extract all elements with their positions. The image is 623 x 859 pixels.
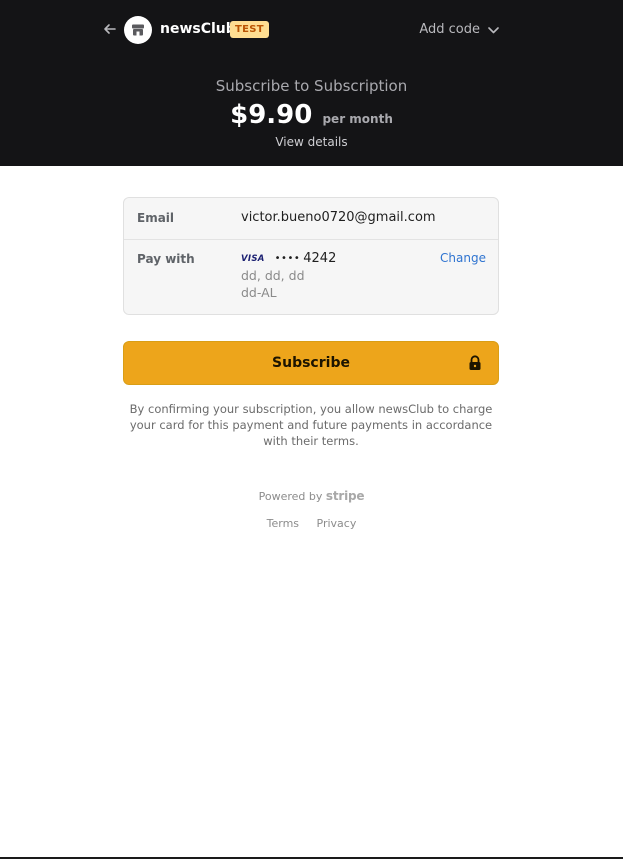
add-code-label: Add code: [419, 22, 480, 37]
back-arrow-icon[interactable]: [102, 21, 118, 37]
billing-address-line1: dd, dd, dd: [241, 268, 305, 283]
subscribe-button-label: Subscribe: [272, 355, 350, 371]
store-icon: [132, 24, 144, 36]
checkout-header: newsClub TEST Add code Subscribe to Subs…: [0, 0, 623, 166]
add-code-toggle[interactable]: Add code: [419, 21, 499, 39]
price-amount: $9.90: [230, 100, 313, 130]
merchant-avatar: [124, 16, 152, 44]
subscribe-button[interactable]: Subscribe: [123, 341, 499, 385]
powered-by-label: Powered by: [258, 490, 323, 503]
privacy-link[interactable]: Privacy: [317, 517, 357, 530]
checkout-page: newsClub TEST Add code Subscribe to Subs…: [0, 0, 623, 859]
card-summary: VISA •••• 4242: [241, 251, 336, 266]
subscription-terms-text: By confirming your subscription, you all…: [129, 402, 493, 448]
lock-icon: [469, 355, 481, 370]
change-payment-link[interactable]: Change: [440, 251, 486, 265]
merchant-name: newsClub: [160, 21, 236, 37]
pay-with-label: Pay with: [137, 252, 195, 266]
terms-link[interactable]: Terms: [267, 517, 299, 530]
view-details-link[interactable]: View details: [0, 134, 623, 150]
price-line: $9.90 per month: [0, 98, 623, 132]
chevron-down-icon: [488, 26, 499, 33]
payment-method-row: Pay with VISA •••• 4242 dd, dd, dd dd-AL…: [124, 240, 498, 314]
test-mode-badge: TEST: [230, 21, 269, 38]
stripe-logo: stripe: [325, 489, 365, 503]
billing-address-line2: dd-AL: [241, 285, 277, 300]
card-last4: 4242: [303, 251, 337, 266]
footer-links: Terms Privacy: [0, 516, 623, 532]
email-row: Email victor.bueno0720@gmail.com: [124, 198, 498, 240]
email-value: victor.bueno0720@gmail.com: [241, 210, 436, 225]
powered-by-stripe[interactable]: Powered by stripe: [0, 488, 623, 505]
product-summary-title: Subscribe to Subscription: [215, 77, 408, 95]
billing-interval: per month: [322, 112, 393, 126]
customer-info-card: Email victor.bueno0720@gmail.com Pay wit…: [123, 197, 499, 315]
card-mask: ••••: [274, 253, 301, 264]
visa-logo-icon: VISA: [241, 253, 265, 264]
email-label: Email: [137, 211, 175, 225]
